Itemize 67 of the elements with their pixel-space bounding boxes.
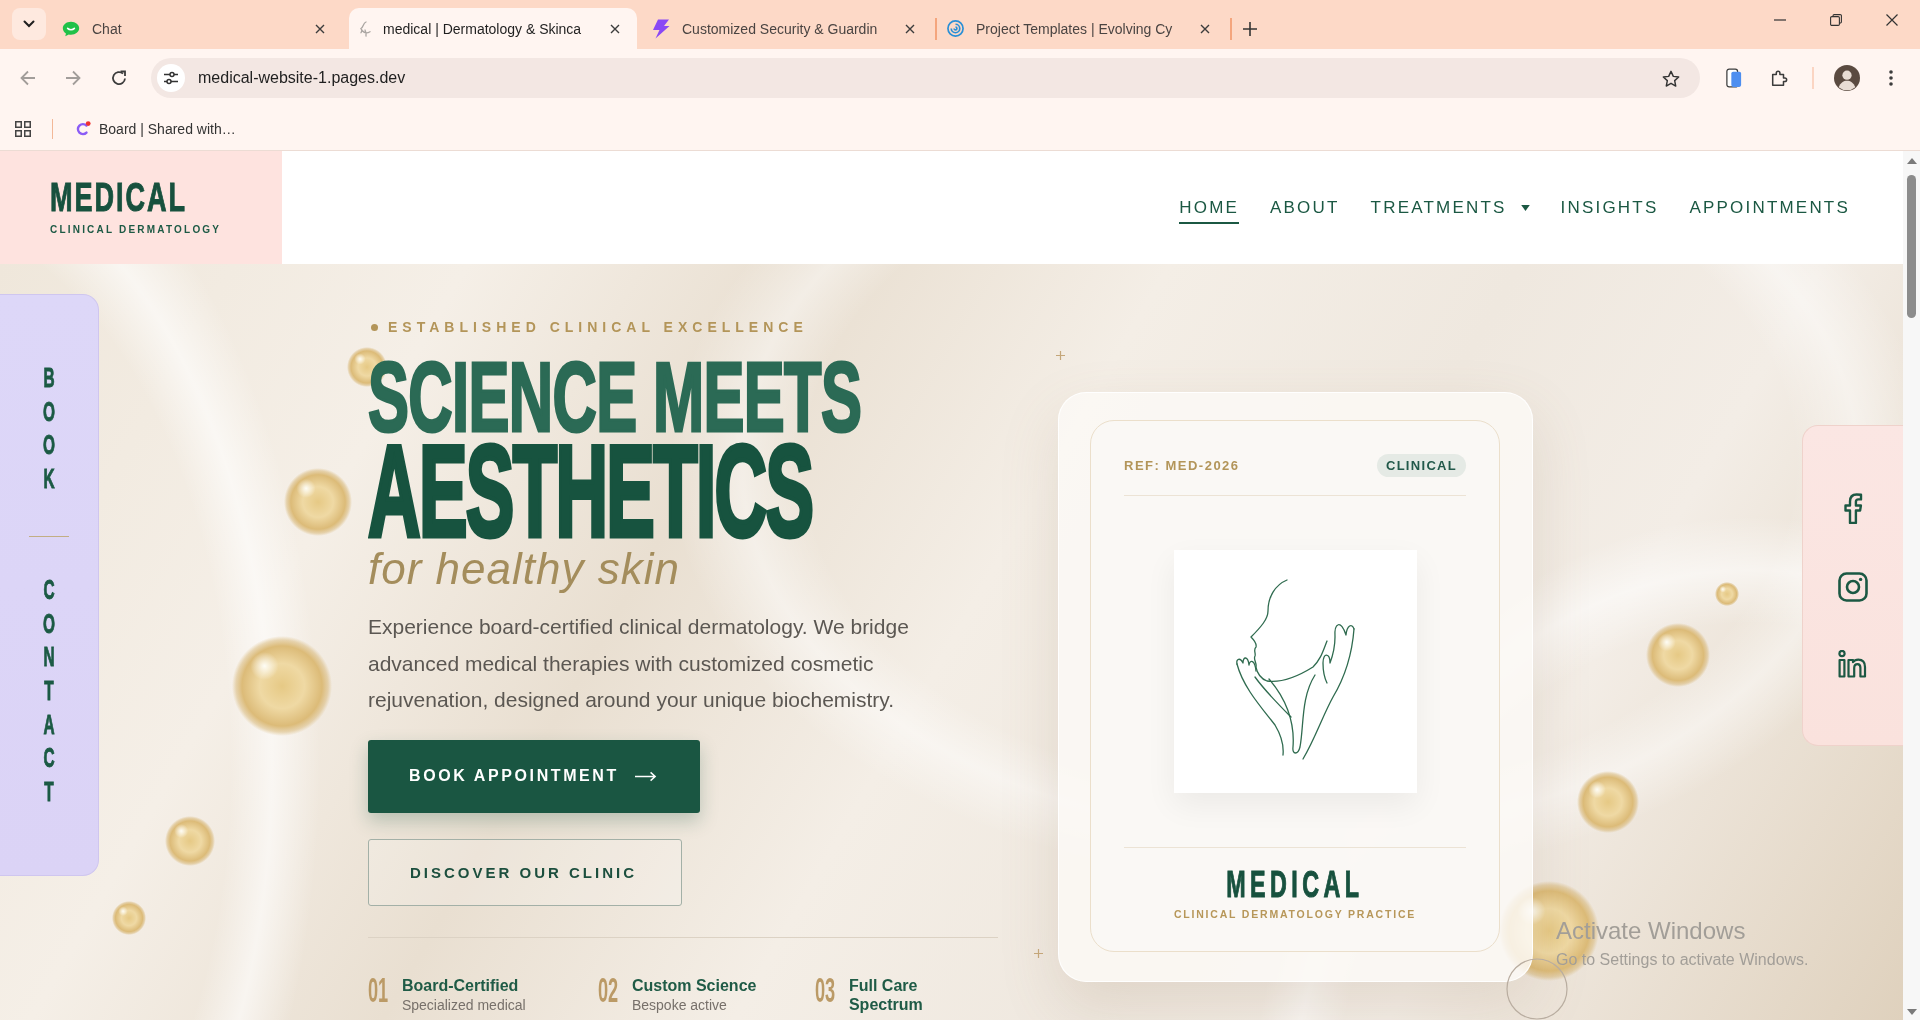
tab-list-button[interactable] [12, 8, 46, 40]
hero-description: Experience board-certified clinical dermatology. We bridge advanced medical therapies with customized cosmetic rejuvenation, designed around your unique biochemistry. [368, 614, 910, 714]
bookmark-link[interactable]: Board | Shared with… [75, 120, 236, 137]
nav-link[interactable]: ABOUT [1270, 191, 1340, 224]
site-info-icon[interactable] [157, 64, 185, 92]
sketch-favicon-icon [357, 20, 371, 37]
bullet-dot-icon [371, 324, 378, 331]
feature-title: Board-Certified [401, 975, 520, 995]
nav-link[interactable]: INSIGHTS [1560, 191, 1659, 224]
tagline-text: for healthy skin [368, 545, 680, 594]
feature-subtitle: Bespoke active [631, 995, 728, 1015]
sparkle-icon [1056, 351, 1065, 360]
avatar-icon[interactable] [1834, 65, 1860, 91]
card-logo-subtitle: CLINICAL DERMATOLOGY PRACTICE [1173, 908, 1417, 920]
reload-icon[interactable] [111, 70, 127, 86]
address-bar[interactable]: medical-website-1.pages.dev [151, 58, 1700, 98]
lightning-bolt-icon [652, 18, 670, 39]
c-logo-icon [75, 120, 91, 137]
reference-code: REF: MED-2026 [1124, 457, 1240, 473]
feature-number: 03 [815, 975, 836, 1003]
close-icon[interactable] [1200, 23, 1210, 34]
sparkle-icon [1034, 949, 1043, 958]
browser-tab[interactable]: Project Templates | Evolving Cy [939, 8, 1227, 49]
scroll-up-icon[interactable] [1906, 158, 1917, 164]
activation-notice-text: Go to Settings to activate Windows. [1556, 950, 1809, 970]
logo-title: MEDICAL [50, 180, 188, 214]
logo-subtitle: CLINICAL DERMATOLOGY [50, 224, 222, 235]
bookmark-star-icon[interactable] [1662, 69, 1680, 87]
devices-icon[interactable] [1726, 68, 1742, 88]
instagram-icon[interactable] [1838, 572, 1868, 602]
feature-number: 02 [598, 975, 619, 1003]
feature-title: Custom Science [631, 975, 757, 995]
close-window-icon[interactable] [1886, 14, 1898, 26]
apps-grid-icon[interactable] [15, 120, 31, 137]
puzzle-icon[interactable] [1770, 69, 1788, 87]
heading-line: AESTHETICS [368, 439, 813, 544]
nav-link[interactable]: HOME [1179, 191, 1240, 224]
scrollbar-thumb[interactable] [1907, 175, 1916, 318]
feature-subtitle: Specialized medical [401, 995, 526, 1015]
menu-icon[interactable] [1889, 70, 1893, 86]
close-icon[interactable] [315, 23, 325, 34]
side-tab-link[interactable]: BOOK [41, 361, 57, 496]
browser-tab[interactable]: Chat [54, 8, 342, 49]
eyebrow-text: ESTABLISHED CLINICAL EXCELLENCE [388, 319, 808, 336]
close-icon[interactable] [905, 23, 915, 34]
category-badge: CLINICAL [1376, 453, 1466, 477]
browser-tab[interactable]: Customized Security & Guardin [644, 8, 932, 49]
spiral-icon [947, 20, 964, 37]
restore-icon[interactable] [1830, 14, 1842, 26]
nav-link[interactable]: APPOINTMENTS [1689, 191, 1850, 224]
chevron-down-icon [23, 20, 35, 28]
arrow-right-icon [634, 770, 657, 782]
scroll-down-icon[interactable] [1906, 1009, 1917, 1015]
feature-number: 01 [368, 975, 389, 1003]
new-tab-plus-icon[interactable] [1243, 21, 1257, 36]
nav-link[interactable]: TREATMENTS [1370, 191, 1530, 224]
browser-tab[interactable]: medical | Dermatology & Skinca [349, 8, 637, 49]
chat-bubble-icon [62, 20, 80, 37]
heading-line: SCIENCE MEETS [368, 352, 862, 442]
feature-title: Full Care Spectrum [848, 975, 924, 1014]
side-tab-link[interactable]: CONTACT [41, 572, 57, 809]
close-icon[interactable] [610, 23, 620, 34]
primary-button[interactable]: BOOK APPOINTMENT [368, 739, 700, 813]
outline-button[interactable]: DISCOVER OUR CLINIC [368, 838, 682, 906]
facebook-icon[interactable] [1843, 493, 1863, 524]
linkedin-icon[interactable] [1838, 650, 1868, 678]
card-logo-title: MEDICAL [1226, 870, 1364, 900]
